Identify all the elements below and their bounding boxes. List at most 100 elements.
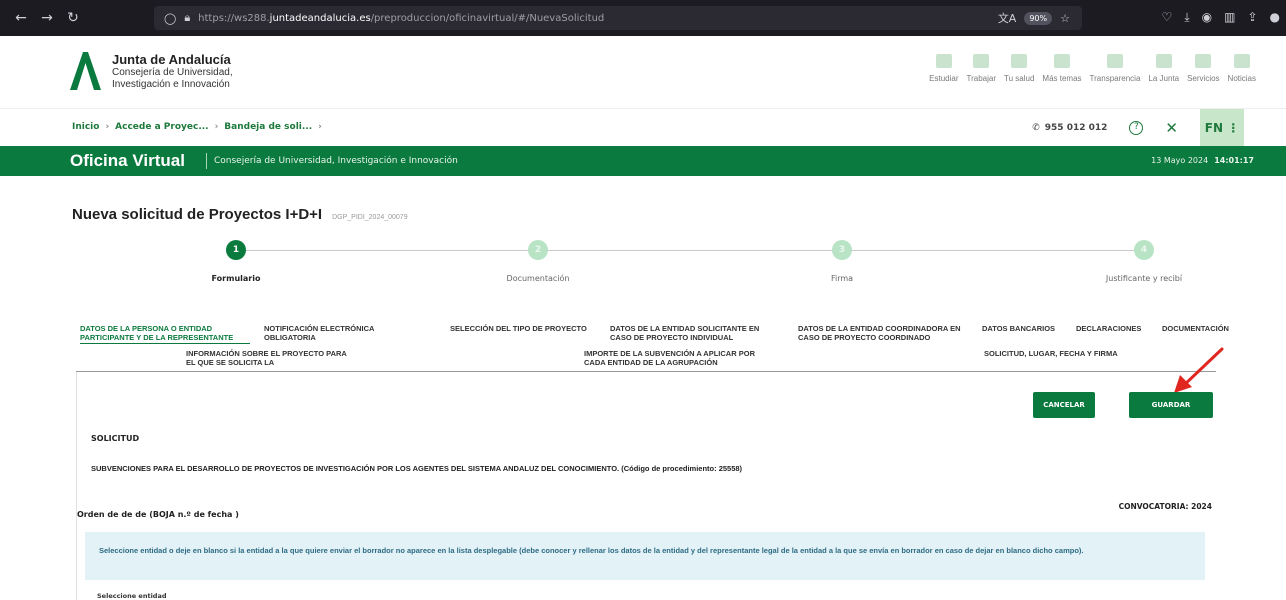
nav-label: Más temas [1042,74,1082,83]
tab-declaraciones[interactable]: DECLARACIONES [1076,324,1152,333]
progress-stepper: 1 Formulario 2 Documentación 3 Firma 4 J… [0,240,1286,290]
site-header: Junta de Andalucía Consejería de Univers… [0,36,1286,104]
procedure-title: SUBVENCIONES PARA EL DESARROLLO DE PROYE… [91,464,743,473]
breadcrumb-inicio[interactable]: Inicio [72,122,99,132]
grid-icon [1053,54,1070,68]
step-firma[interactable]: 3 Firma [772,240,912,283]
top-nav: Estudiar Trabajar Tu salud Más temas Tra… [929,54,1256,83]
breadcrumb-separator: › [214,122,219,132]
tools-icon[interactable]: ✕ [1165,119,1178,137]
form-body: CANCELAR GUARDAR SOLICITUD SUBVENCIONES … [76,372,1216,600]
pocket-icon[interactable]: ♡ [1162,10,1173,25]
tab-notificacion[interactable]: NOTIFICACIÓN ELECTRÓNICA OBLIGATORIA [264,324,414,342]
help-icon[interactable]: ? [1129,121,1144,135]
heart-icon [1011,54,1028,68]
stepper-line [233,250,1141,251]
step-documentacion[interactable]: 2 Documentación [468,240,608,283]
user-initials: FN [1204,121,1224,135]
nav-label: Servicios [1187,74,1220,83]
step-dot: 3 [832,240,852,260]
tab-entidad-coordinadora[interactable]: DATOS DE LA ENTIDAD COORDINADORA EN CASO… [798,324,968,342]
extension-icon[interactable]: ● [1270,10,1280,25]
breadcrumb-separator: › [105,122,110,132]
nav-noticias[interactable]: Noticias [1228,54,1256,83]
brand[interactable]: Junta de Andalucía Consejería de Univers… [112,52,233,91]
download-icon[interactable]: ⤓ [1184,10,1189,25]
header-utilities: ✆ 955 012 012 ? ✕ FN ⋮ [1032,109,1244,147]
reload-icon[interactable]: ↻ [62,10,84,26]
nav-estudiar[interactable]: Estudiar [929,54,959,83]
oficina-virtual-band: Oficina Virtual Consejería de Universida… [0,146,1286,176]
band-time: 14:01:17 [1214,156,1254,165]
tab-solicitud-firma[interactable]: SOLICITUD, LUGAR, FECHA Y FIRMA [984,349,1164,358]
url-host: juntadeandalucia.es [269,12,371,24]
band-title: Oficina Virtual [70,151,185,170]
nav-servicios[interactable]: Servicios [1187,54,1220,83]
nav-transparencia[interactable]: Transparencia [1090,54,1140,83]
band-subtitle: Consejería de Universidad, Investigación… [214,156,458,166]
zoom-level[interactable]: 90% [1024,11,1053,25]
page-title-text: Nueva solicitud de Proyectos I+D+I [72,206,323,223]
brand-sub-line-1: Consejería de Universidad, [112,67,233,78]
cancel-button[interactable]: CANCELAR [1033,392,1095,418]
section-title: SOLICITUD [91,434,140,443]
phone-icon: ✆ [1032,123,1040,133]
sidebar-icon[interactable]: ▥ [1224,10,1235,25]
breadcrumb-bar: Inicio › Accede a Proyec... › Bandeja de… [0,108,1286,147]
browser-toolbar: ← → ↻ ◯ 🔒︎ https://ws288. juntadeandaluci… [0,0,1286,36]
phone-contact[interactable]: ✆ 955 012 012 [1032,123,1107,133]
tab-datos-persona[interactable]: DATOS DE LA PERSONA O ENTIDAD PARTICIPAN… [80,324,250,344]
nav-label: Estudiar [929,74,959,83]
page-title: Nueva solicitud de Proyectos I+D+I DGP_PI… [72,206,408,223]
toolbar-icons: ♡ ⤓ ◉ ▥ ⇪ ● [1162,10,1280,25]
nav-label: Trabajar [966,74,997,83]
laptop-icon [1195,54,1212,68]
convocatoria: CONVOCATORIA: 2024 [1118,502,1212,511]
account-icon[interactable]: ◉ [1202,10,1212,25]
kebab-icon: ⋮ [1227,121,1240,135]
lock-icon: 🔒︎ [184,11,191,24]
briefcase-icon [973,54,990,68]
tab-importe-subvencion[interactable]: IMPORTE DE LA SUBVENCIÓN A APLICAR POR C… [584,349,774,367]
breadcrumb-accede[interactable]: Accede a Proyec... [115,122,208,132]
nav-tu-salud[interactable]: Tu salud [1004,54,1034,83]
junta-icon [1155,54,1172,68]
tab-entidad-solicitante[interactable]: DATOS DE LA ENTIDAD SOLICITANTE EN CASO … [610,324,780,342]
breadcrumb: Inicio › Accede a Proyec... › Bandeja de… [72,122,322,132]
phone-number: 955 012 012 [1044,123,1108,133]
form-tabs: DATOS DE LA PERSONA O ENTIDAD PARTICIPAN… [76,324,1229,372]
step-label: Firma [830,274,854,283]
mortarboard-icon [935,54,952,68]
brand-sub-line-2: Investigación e Innovación [112,79,230,90]
nav-la-junta[interactable]: La Junta [1148,54,1179,83]
tab-datos-bancarios[interactable]: DATOS BANCARIOS [982,324,1068,333]
select-entity-label: Seleccione entidad [97,592,167,600]
nav-buttons: ← → ↻ [0,10,150,26]
url-path: /preproduccion/oficinavirtual/#/NuevaSol… [370,12,605,24]
band-date: 13 Mayo 2024 [1151,156,1209,165]
user-menu[interactable]: FN ⋮ [1200,109,1244,147]
tab-informacion-proyecto[interactable]: INFORMACIÓN SOBRE EL PROYECTO PARA EL QU… [186,349,356,367]
tab-tipo-proyecto[interactable]: SELECCIÓN DEL TIPO DE PROYECTO [450,324,610,333]
step-justificante[interactable]: 4 Justificante y recibí [1074,240,1214,283]
address-bar[interactable]: ◯ 🔒︎ https://ws288. juntadeandalucia.es/p… [154,6,1082,30]
bookmark-star-icon[interactable]: ☆ [1060,12,1070,25]
translate-icon[interactable]: 文A [998,10,1017,26]
junta-logo-icon[interactable] [68,51,102,91]
back-icon[interactable]: ← [10,10,32,26]
nav-label: Noticias [1227,74,1256,83]
nav-label: Tu salud [1004,74,1035,83]
step-label: Documentación [506,274,570,283]
step-formulario[interactable]: 1 Formulario [166,240,306,283]
nav-trabajar[interactable]: Trabajar [966,54,997,83]
share-icon[interactable]: ⇪ [1247,10,1257,25]
forward-icon[interactable]: → [36,10,58,26]
step-dot: 2 [528,240,548,260]
save-button[interactable]: GUARDAR [1129,392,1213,418]
tab-documentacion[interactable]: DOCUMENTACIÓN [1162,324,1242,333]
shield-icon: ◯ [164,11,177,25]
nav-mas-temas[interactable]: Más temas [1042,54,1082,83]
news-icon [1233,54,1250,68]
brand-name: Junta de Andalucía [112,52,231,67]
breadcrumb-bandeja[interactable]: Bandeja de soli... [224,122,312,132]
